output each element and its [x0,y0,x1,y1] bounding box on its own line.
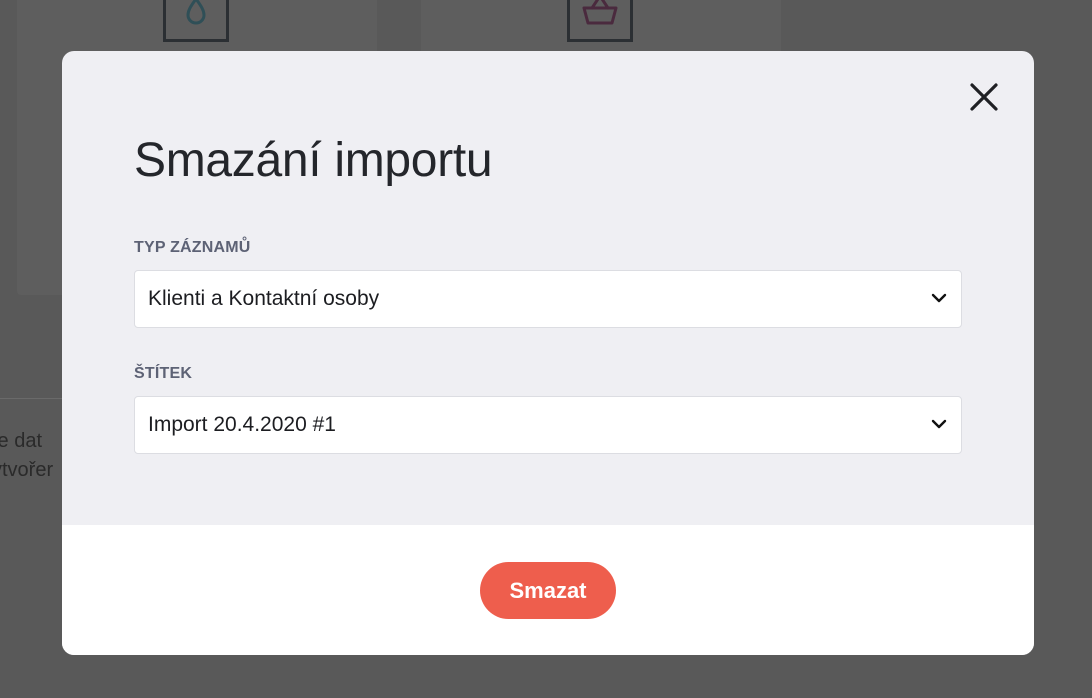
delete-import-modal: Smazání importu TYP ZÁZNAMŮ Klienti a Ko… [62,51,1034,655]
close-button[interactable] [968,81,1000,113]
delete-button[interactable]: Smazat [480,562,616,619]
modal-footer: Smazat [62,525,1034,655]
tag-value: Import 20.4.2020 #1 [148,413,336,436]
chevron-down-icon [931,419,947,429]
background-text: ytvořer [0,459,54,481]
background-divider [0,398,62,399]
chevron-down-icon [931,293,947,303]
modal-title: Smazání importu [134,134,493,187]
tag-select[interactable]: Import 20.4.2020 #1 [134,396,962,454]
record-type-value: Klienti a Kontaktní osoby [148,287,380,310]
basket-icon [567,0,633,42]
record-type-label: TYP ZÁZNAMŮ [134,239,251,256]
close-icon [970,83,998,111]
tag-label: ŠTÍTEK [134,365,193,382]
drop-icon [163,0,229,42]
background-text: te dat [0,430,43,452]
record-type-select[interactable]: Klienti a Kontaktní osoby [134,270,962,328]
